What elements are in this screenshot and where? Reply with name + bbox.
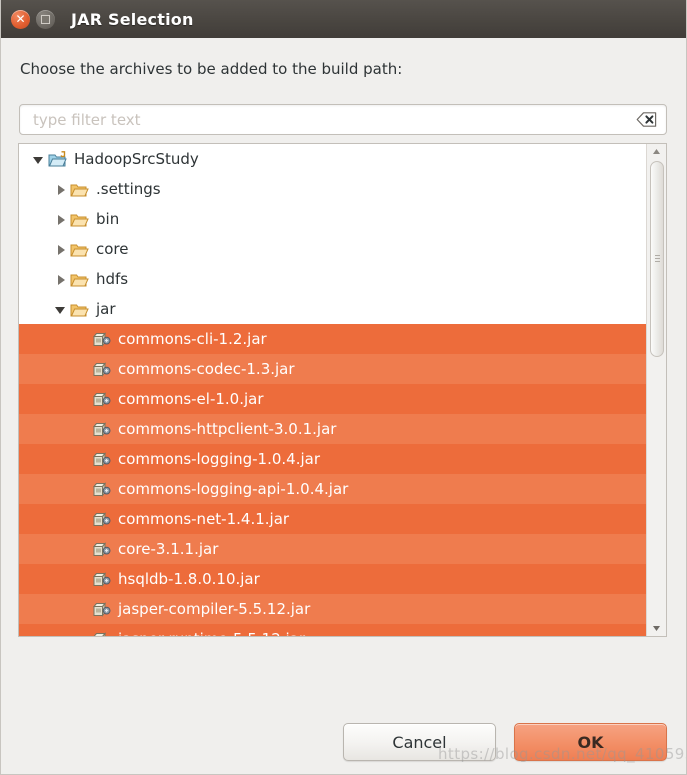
tree-row-jar[interactable]: commons-codec-1.3.jar xyxy=(19,354,646,384)
tree-row-jar[interactable]: commons-cli-1.2.jar xyxy=(19,324,646,354)
tree-row-jar[interactable]: jasper-compiler-5.5.12.jar xyxy=(19,594,646,624)
tree-row-label: core-3.1.1.jar xyxy=(118,540,219,558)
jar-icon xyxy=(92,631,111,636)
no-expander-icon xyxy=(77,544,88,555)
jar-icon xyxy=(92,391,111,408)
tree-row-jar[interactable]: commons-logging-api-1.0.4.jar xyxy=(19,474,646,504)
scrollbar-thumb[interactable] xyxy=(650,161,664,357)
cancel-button[interactable]: Cancel xyxy=(343,723,496,761)
chevron-down-icon[interactable] xyxy=(55,304,66,315)
jar-icon xyxy=(92,511,111,528)
tree-row-label: jar xyxy=(96,300,116,318)
close-glyph: ✕ xyxy=(15,11,26,26)
vertical-scrollbar[interactable] xyxy=(646,144,666,636)
filter-field-wrapper[interactable] xyxy=(19,104,667,135)
archive-tree-panel: HadoopSrcStudy .settings bin core hdfs jar com… xyxy=(18,143,667,637)
chevron-right-icon[interactable] xyxy=(55,244,66,255)
no-expander-icon xyxy=(77,604,88,615)
jar-icon xyxy=(92,451,111,468)
tree-row-jar[interactable]: hsqldb-1.8.0.10.jar xyxy=(19,564,646,594)
tree-row-folder[interactable]: bin xyxy=(19,204,646,234)
chevron-down-icon[interactable] xyxy=(33,154,44,165)
maximize-icon[interactable] xyxy=(36,9,55,29)
tree-row-label: .settings xyxy=(96,180,161,198)
window-title: JAR Selection xyxy=(71,9,194,29)
chevron-right-icon[interactable] xyxy=(55,184,66,195)
no-expander-icon xyxy=(77,484,88,495)
tree-row-label: commons-logging-api-1.0.4.jar xyxy=(118,480,349,498)
tree-row-label: jasper-compiler-5.5.12.jar xyxy=(118,600,311,618)
no-expander-icon xyxy=(77,364,88,375)
no-expander-icon xyxy=(77,514,88,525)
tree-row-label: hdfs xyxy=(96,270,129,288)
chevron-right-icon[interactable] xyxy=(55,214,66,225)
title-bar: ✕ JAR Selection xyxy=(1,0,686,38)
tree-row-label: jasper-runtime-5.5.12.jar xyxy=(118,630,305,636)
clear-filter-icon[interactable] xyxy=(636,112,657,127)
no-expander-icon xyxy=(77,334,88,345)
dialog-prompt: Choose the archives to be added to the b… xyxy=(20,60,403,78)
folder-icon xyxy=(70,271,89,288)
tree-row-label: commons-logging-1.0.4.jar xyxy=(118,450,321,468)
tree-row-folder[interactable]: HadoopSrcStudy xyxy=(19,144,646,174)
tree-row-label: commons-codec-1.3.jar xyxy=(118,360,295,378)
chevron-right-icon[interactable] xyxy=(55,274,66,285)
search-input[interactable] xyxy=(31,106,615,133)
tree-row-jar[interactable]: commons-el-1.0.jar xyxy=(19,384,646,414)
folder-icon xyxy=(70,241,89,258)
jar-icon xyxy=(92,541,111,558)
close-icon[interactable]: ✕ xyxy=(11,9,30,29)
scrollbar-grip-icon xyxy=(655,255,660,264)
tree-row-label: HadoopSrcStudy xyxy=(74,150,199,168)
jar-icon xyxy=(92,361,111,378)
jar-icon xyxy=(92,481,111,498)
no-expander-icon xyxy=(77,454,88,465)
jar-selection-dialog: ✕ JAR Selection Choose the archives to b… xyxy=(0,0,687,775)
tree-row-folder[interactable]: hdfs xyxy=(19,264,646,294)
tree-row-folder[interactable]: jar xyxy=(19,294,646,324)
tree-row-label: bin xyxy=(96,210,120,228)
tree-row-folder[interactable]: core xyxy=(19,234,646,264)
folder-icon xyxy=(70,181,89,198)
ok-button[interactable]: OK xyxy=(514,723,667,761)
tree-row-folder[interactable]: .settings xyxy=(19,174,646,204)
tree-row-label: core xyxy=(96,240,129,258)
scroll-up-arrow-icon[interactable] xyxy=(647,144,666,160)
tree-row-jar[interactable]: jasper-runtime-5.5.12.jar xyxy=(19,624,646,636)
no-expander-icon xyxy=(77,394,88,405)
jar-icon xyxy=(92,331,111,348)
tree-row-label: commons-cli-1.2.jar xyxy=(118,330,267,348)
maximize-glyph xyxy=(41,14,50,24)
scroll-down-arrow-icon[interactable] xyxy=(647,620,666,636)
tree-row-jar[interactable]: commons-httpclient-3.0.1.jar xyxy=(19,414,646,444)
no-expander-icon xyxy=(77,424,88,435)
tree-row-jar[interactable]: core-3.1.1.jar xyxy=(19,534,646,564)
jar-icon xyxy=(92,421,111,438)
tree-viewport[interactable]: HadoopSrcStudy .settings bin core hdfs jar com… xyxy=(19,144,646,636)
jar-icon xyxy=(92,571,111,588)
folder-icon xyxy=(70,211,89,228)
tree-row-label: commons-net-1.4.1.jar xyxy=(118,510,290,528)
no-expander-icon xyxy=(77,634,88,637)
tree-row-jar[interactable]: commons-net-1.4.1.jar xyxy=(19,504,646,534)
jar-icon xyxy=(92,601,111,618)
tree-row-label: commons-httpclient-3.0.1.jar xyxy=(118,420,337,438)
java-project-icon xyxy=(48,150,67,168)
tree-row-jar[interactable]: commons-logging-1.0.4.jar xyxy=(19,444,646,474)
folder-icon xyxy=(70,301,89,318)
no-expander-icon xyxy=(77,574,88,585)
tree-row-label: hsqldb-1.8.0.10.jar xyxy=(118,570,260,588)
tree-row-label: commons-el-1.0.jar xyxy=(118,390,264,408)
